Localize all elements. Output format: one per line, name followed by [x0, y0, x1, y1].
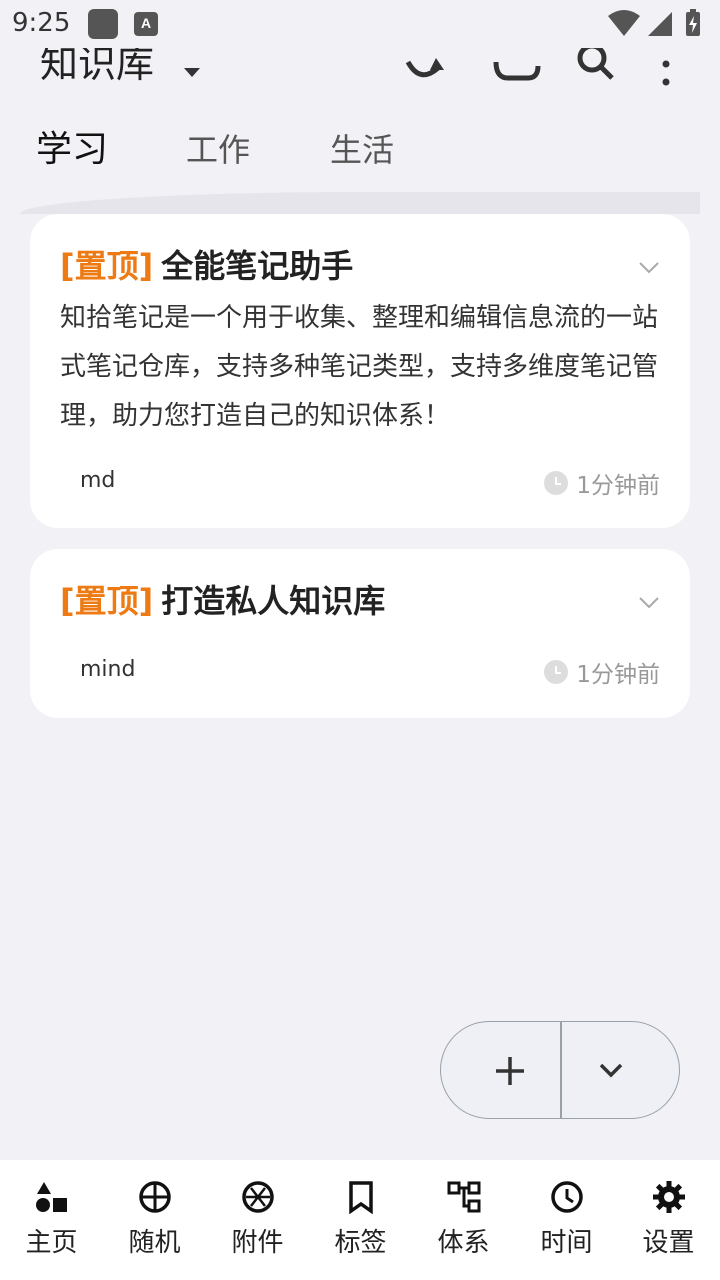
search-icon[interactable]: [570, 48, 626, 94]
notebook-switcher[interactable]: 知识库: [0, 48, 220, 98]
note-summary: 知拾笔记是一个用于收集、整理和编辑信息流的一站式笔记仓库，支持多种笔记类型，支持…: [60, 303, 659, 431]
tabs-divider: [20, 192, 700, 214]
random-icon: [139, 1181, 171, 1213]
note-card[interactable]: [置顶] 全能笔记助手 知拾笔记是一个用于收集、整理和编辑信息流的一站式笔记仓库，…: [30, 214, 690, 528]
add-note-button[interactable]: [441, 1022, 560, 1118]
nav-item-random[interactable]: 随机: [103, 1160, 206, 1280]
sync-icon[interactable]: [398, 48, 454, 94]
nav-label: 体系: [437, 1228, 490, 1258]
nav-label: 随机: [128, 1228, 181, 1258]
tab-work[interactable]: 工作: [186, 128, 250, 172]
nav-label: 标签: [334, 1228, 387, 1258]
chevron-down-icon[interactable]: [638, 256, 660, 278]
status-time: 9:25: [12, 8, 71, 38]
cloud-icon[interactable]: [488, 48, 544, 94]
clock-icon: [551, 1181, 583, 1213]
home-shapes-icon: [36, 1182, 67, 1212]
note-time-text: 1分钟前: [576, 662, 660, 688]
nav-item-attachments[interactable]: 附件: [206, 1160, 309, 1280]
clock-icon: [544, 471, 569, 495]
bottom-nav: 主页 随机 附件 标签 体系 时间 设置: [0, 1160, 720, 1280]
note-title-text: 全能笔记助手: [161, 247, 354, 285]
note-type: mind: [80, 657, 136, 682]
signal-icon: [648, 12, 672, 36]
note-type: md: [80, 468, 116, 493]
bookmark-icon: [349, 1181, 373, 1214]
note-title: [置顶] 打造私人知识库: [60, 579, 385, 623]
caret-down-icon: [184, 68, 200, 77]
pinned-tag: [置顶]: [60, 247, 154, 285]
nav-item-settings[interactable]: 设置: [617, 1160, 720, 1280]
tab-life[interactable]: 生活: [330, 128, 394, 172]
fab-group: [440, 1021, 680, 1119]
tab-study[interactable]: 学习: [36, 128, 108, 172]
nav-label: 主页: [25, 1228, 78, 1258]
note-card[interactable]: [置顶] 打造私人知识库 mind 1分钟前: [30, 549, 690, 718]
wifi-icon: [608, 10, 640, 36]
notification-keyboard-icon: A: [134, 12, 158, 36]
nav-label: 时间: [540, 1228, 593, 1258]
status-bar: 9:25 A: [0, 0, 720, 48]
nav-item-system[interactable]: 体系: [412, 1160, 515, 1280]
battery-icon: [686, 9, 700, 36]
note-title-text: 打造私人知识库: [161, 582, 386, 620]
nav-label: 设置: [642, 1228, 695, 1258]
pinned-tag: [置顶]: [60, 582, 154, 620]
aperture-icon: [242, 1181, 274, 1213]
gear-icon: [653, 1181, 685, 1213]
note-title: [置顶] 全能笔记助手: [60, 244, 353, 288]
note-time: 1分钟前: [544, 466, 660, 500]
category-tabs: 学习 工作 生活: [0, 118, 720, 182]
chevron-down-icon[interactable]: [638, 591, 660, 613]
hierarchy-icon: [447, 1181, 481, 1213]
page-title: 知识库: [40, 48, 155, 86]
note-time: 1分钟前: [544, 655, 660, 689]
nav-label: 附件: [231, 1228, 284, 1258]
nav-item-time[interactable]: 时间: [515, 1160, 618, 1280]
app-header: 知识库: [0, 48, 720, 98]
clock-icon: [544, 660, 569, 684]
nav-item-home[interactable]: 主页: [0, 1160, 103, 1280]
plus-icon: [496, 1057, 524, 1085]
notification-app-icon: [88, 9, 118, 39]
more-vert-icon[interactable]: [640, 48, 696, 94]
fab-expand-button[interactable]: [562, 1022, 679, 1118]
status-icons: [608, 9, 700, 36]
note-time-text: 1分钟前: [576, 473, 660, 499]
chevron-down-icon: [599, 1063, 623, 1078]
nav-item-tags[interactable]: 标签: [309, 1160, 412, 1280]
